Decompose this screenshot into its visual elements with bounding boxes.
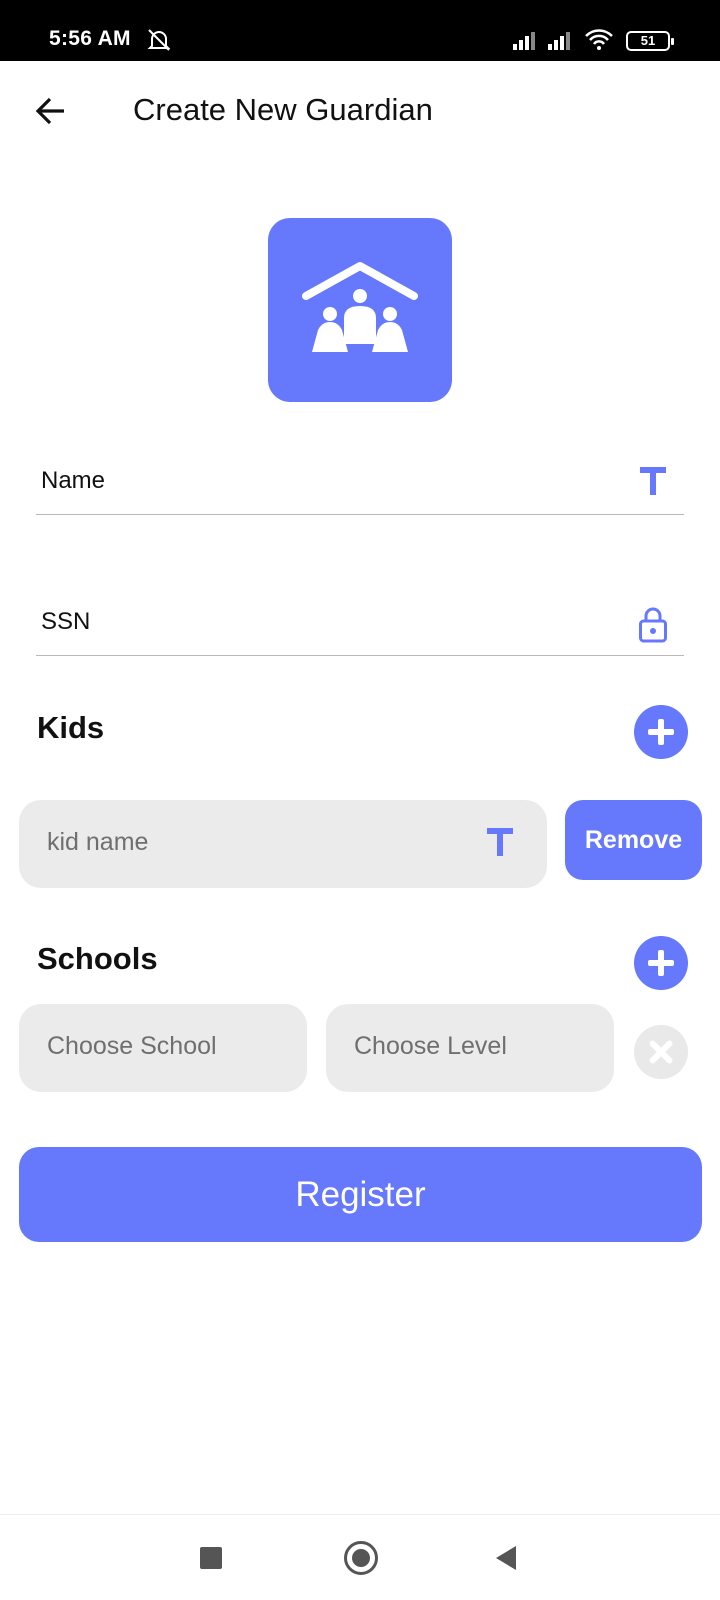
signal-icon bbox=[548, 32, 570, 50]
home-icon[interactable] bbox=[344, 1541, 378, 1575]
choose-level-placeholder: Choose Level bbox=[354, 1032, 507, 1060]
remove-kid-button[interactable]: Remove bbox=[565, 800, 702, 880]
status-time: 5:56 AM bbox=[49, 27, 131, 50]
choose-school-select[interactable]: Choose School bbox=[19, 1004, 307, 1092]
close-icon[interactable] bbox=[634, 1025, 688, 1079]
text-t-icon bbox=[640, 467, 666, 495]
choose-school-placeholder: Choose School bbox=[47, 1032, 217, 1060]
lock-icon bbox=[639, 607, 667, 643]
battery-icon: 51 bbox=[626, 31, 674, 51]
family-house-icon bbox=[302, 262, 418, 352]
add-school-button[interactable] bbox=[634, 936, 688, 990]
add-kid-button[interactable] bbox=[634, 705, 688, 759]
name-field[interactable]: Name bbox=[36, 445, 684, 515]
name-label: Name bbox=[41, 467, 106, 494]
status-bar: 5:56 AM 51 bbox=[0, 0, 720, 61]
recent-apps-icon[interactable] bbox=[200, 1547, 222, 1569]
register-button[interactable]: Register bbox=[19, 1147, 702, 1242]
kid-name-placeholder: kid name bbox=[47, 828, 149, 856]
wifi-icon bbox=[585, 29, 613, 50]
ssn-label: SSN bbox=[41, 608, 91, 635]
arrow-left-icon[interactable] bbox=[34, 94, 68, 128]
mute-bell-icon bbox=[147, 29, 171, 51]
choose-level-select[interactable]: Choose Level bbox=[326, 1004, 614, 1092]
app-logo bbox=[268, 218, 452, 402]
text-t-icon bbox=[487, 828, 513, 856]
kid-name-input[interactable]: kid name bbox=[19, 800, 547, 888]
kids-heading: Kids bbox=[37, 710, 105, 745]
schools-heading: Schools bbox=[37, 941, 158, 976]
ssn-field[interactable]: SSN bbox=[36, 586, 684, 656]
signal-icon bbox=[513, 32, 535, 50]
back-icon[interactable] bbox=[496, 1546, 516, 1570]
page-title: Create New Guardian bbox=[133, 92, 433, 127]
